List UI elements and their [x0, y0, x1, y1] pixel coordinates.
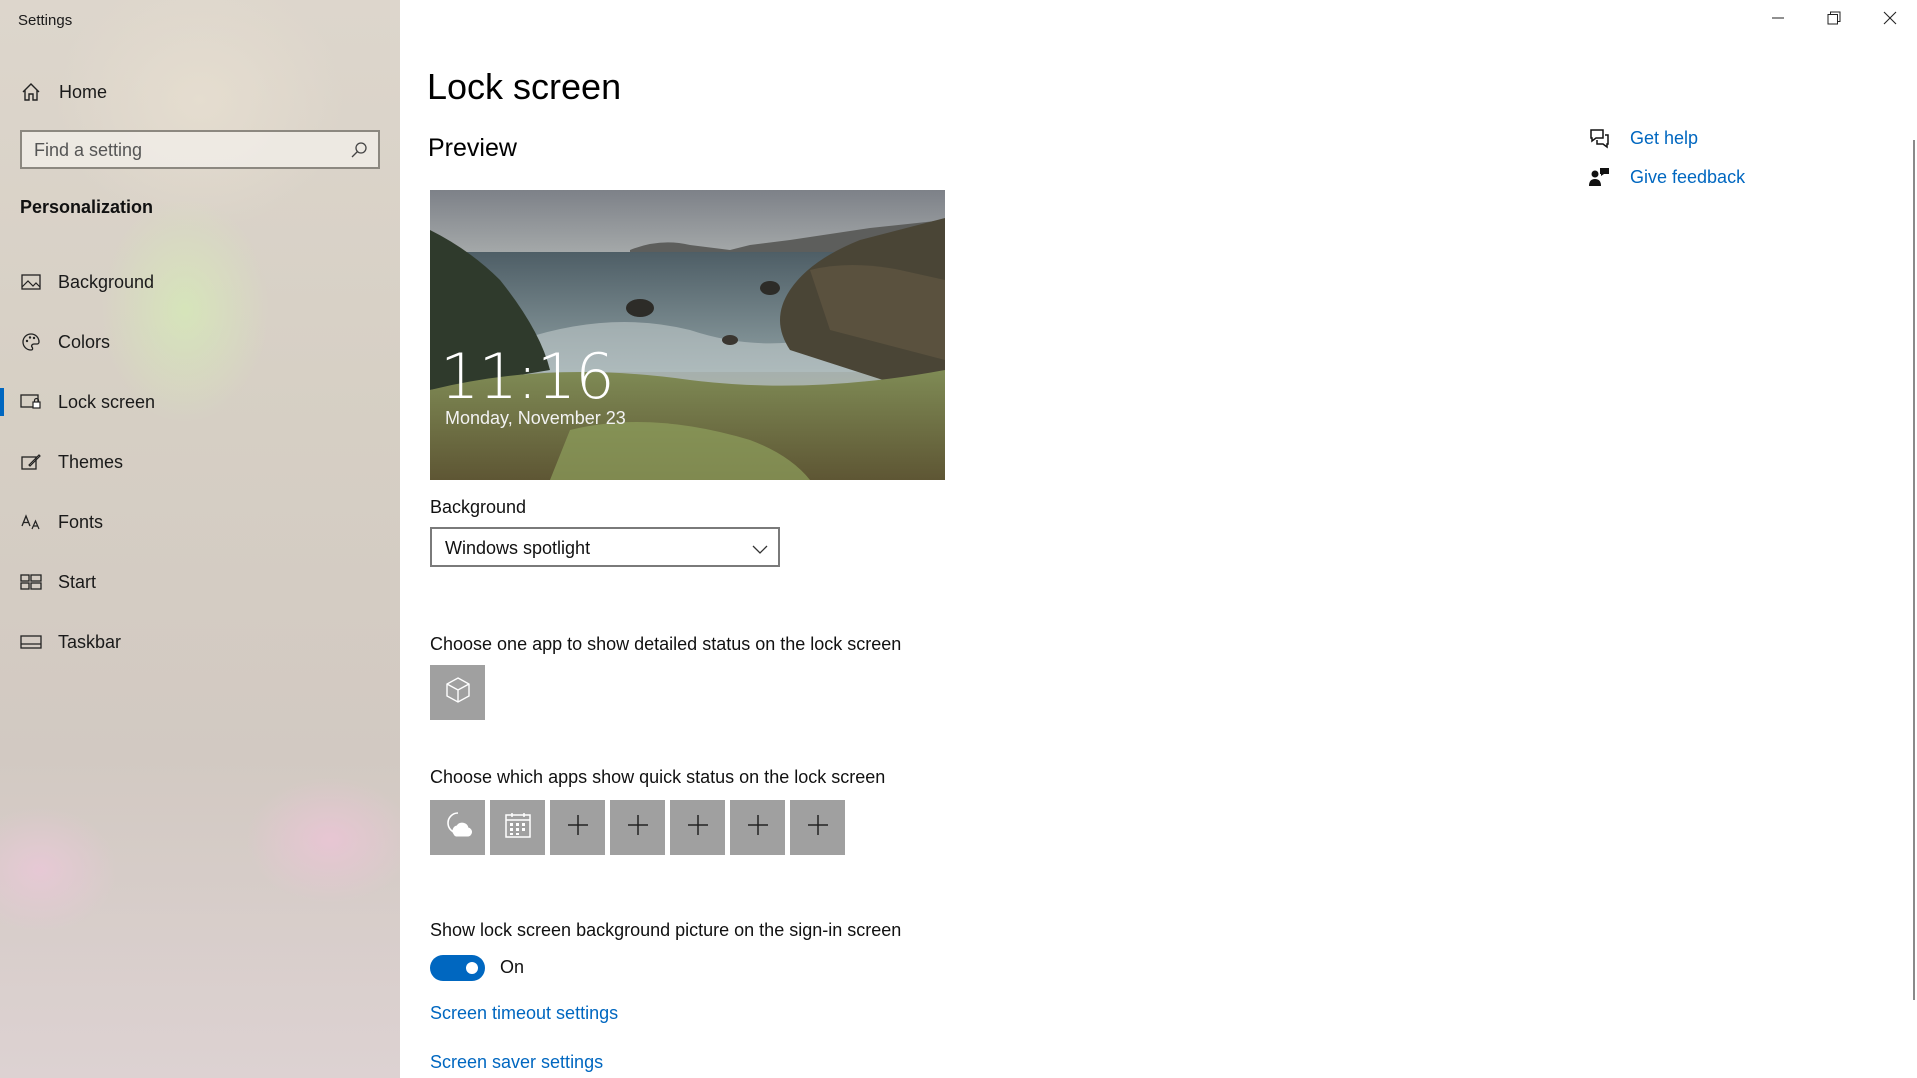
signin-bg-toggle[interactable] — [430, 955, 485, 981]
signin-bg-label: Show lock screen background picture on t… — [430, 920, 902, 940]
sidebar-item-label: Themes — [58, 451, 124, 472]
sidebar-item-label: Colors — [58, 331, 111, 352]
minimize-icon — [1771, 11, 1785, 30]
close-icon — [1883, 11, 1897, 30]
plus-icon — [566, 813, 590, 842]
feedback-icon — [1588, 166, 1610, 188]
sidebar-item-label: Lock screen — [58, 391, 156, 412]
screen-timeout-link[interactable]: Screen timeout settings — [430, 1003, 618, 1024]
close-button[interactable] — [1862, 0, 1917, 40]
detailed-status-app-button[interactable] — [430, 665, 485, 720]
preview-date: Monday, November 23 — [445, 408, 626, 428]
fonts-icon — [20, 511, 42, 533]
toggle-knob — [466, 962, 478, 974]
quick-status-add-button[interactable] — [790, 800, 845, 855]
sidebar-item-label: Taskbar — [58, 631, 122, 652]
picture-icon — [20, 271, 42, 293]
preview-landscape-image — [430, 190, 945, 480]
sidebar-item-background[interactable]: Background — [0, 260, 400, 304]
plus-icon — [806, 813, 830, 842]
quick-status-calendar-button[interactable] — [490, 800, 545, 855]
restore-icon — [1827, 11, 1841, 30]
lock-screen-icon — [20, 391, 42, 413]
home-label: Home — [59, 81, 108, 102]
sidebar-item-lock-screen[interactable]: Lock screen — [0, 380, 400, 424]
quick-status-add-button[interactable] — [730, 800, 785, 855]
give-feedback-label: Give feedback — [1630, 166, 1746, 187]
app-placeholder-icon — [443, 675, 473, 710]
calendar-icon — [504, 811, 532, 844]
nav-home[interactable]: Home — [0, 70, 400, 114]
quick-status-add-button[interactable] — [550, 800, 605, 855]
search-icon[interactable] — [350, 141, 368, 159]
sidebar-item-colors[interactable]: Colors — [0, 320, 400, 364]
sidebar-item-taskbar[interactable]: Taskbar — [0, 620, 400, 664]
sidebar-item-themes[interactable]: Themes — [0, 440, 400, 484]
section-title: Personalization — [20, 197, 154, 217]
get-help-link[interactable]: Get help — [1588, 127, 1698, 149]
background-dropdown-value: Windows spotlight — [445, 538, 591, 558]
background-dropdown[interactable]: Windows spotlight — [430, 527, 780, 567]
plus-icon — [686, 813, 710, 842]
detailed-status-label: Choose one app to show detailed status o… — [430, 634, 902, 654]
search-box[interactable] — [20, 130, 380, 169]
home-icon — [20, 81, 42, 103]
give-feedback-link[interactable]: Give feedback — [1588, 166, 1745, 188]
minimize-button[interactable] — [1750, 0, 1806, 40]
signin-bg-toggle-state: On — [500, 957, 525, 977]
get-help-label: Get help — [1630, 127, 1699, 148]
preview-heading: Preview — [428, 134, 517, 162]
sidebar-item-label: Background — [58, 271, 155, 292]
sidebar-item-fonts[interactable]: Fonts — [0, 500, 400, 544]
get-help-icon — [1588, 127, 1610, 149]
plus-icon — [746, 813, 770, 842]
page-title: Lock screen — [427, 66, 622, 107]
sidebar-item-label: Fonts — [58, 511, 104, 532]
app-title: Settings — [18, 12, 73, 29]
plus-icon — [626, 813, 650, 842]
quick-status-weather-button[interactable] — [430, 800, 485, 855]
scrollbar[interactable] — [1913, 140, 1915, 1000]
quick-status-label: Choose which apps show quick status on t… — [430, 767, 886, 787]
background-label: Background — [430, 497, 527, 517]
weather-icon — [442, 809, 474, 846]
themes-icon — [20, 451, 42, 473]
search-input[interactable] — [34, 139, 334, 161]
screen-saver-link[interactable]: Screen saver settings — [430, 1052, 603, 1073]
lock-screen-preview: 11:16 Monday, November 23 — [430, 190, 945, 480]
taskbar-icon — [20, 631, 42, 653]
sidebar: Settings Home Personalization Background… — [0, 0, 400, 1078]
preview-time: 11:16 — [440, 340, 615, 413]
chevron-down-icon — [752, 541, 768, 557]
palette-icon — [20, 331, 42, 353]
sidebar-item-start[interactable]: Start — [0, 560, 400, 604]
sidebar-item-label: Start — [58, 571, 97, 592]
quick-status-add-button[interactable] — [610, 800, 665, 855]
restore-button[interactable] — [1806, 0, 1862, 40]
start-icon — [20, 571, 42, 593]
quick-status-add-button[interactable] — [670, 800, 725, 855]
